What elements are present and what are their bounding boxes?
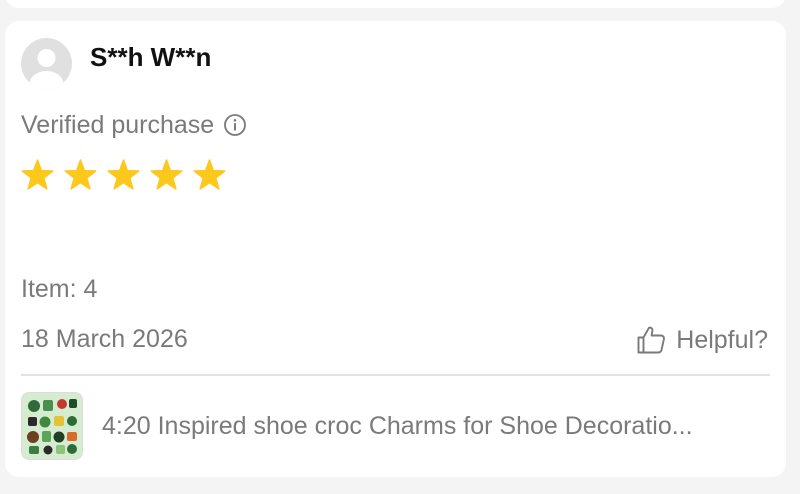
product-link[interactable]: 4:20 Inspired shoe croc Charms for Shoe … xyxy=(21,392,771,460)
helpful-label: Helpful? xyxy=(676,325,768,354)
reviewer-name: S**h W**n xyxy=(90,42,212,72)
star-icon xyxy=(21,159,54,190)
verified-purchase-label: Verified purchase xyxy=(21,110,215,139)
product-thumbnail xyxy=(21,392,83,460)
thumbs-up-icon xyxy=(635,324,667,356)
product-title: 4:20 Inspired shoe croc Charms for Shoe … xyxy=(102,411,693,440)
info-circle-icon[interactable] xyxy=(223,113,247,137)
person-silhouette-icon xyxy=(21,38,72,89)
star-icon xyxy=(64,159,97,190)
avatar xyxy=(21,38,72,89)
review-card: S**h W**n Verified purchase Item: 4 18 M… xyxy=(5,21,786,477)
star-icon xyxy=(150,159,183,190)
helpful-button[interactable]: Helpful? xyxy=(635,321,768,359)
review-date: 18 March 2026 xyxy=(21,325,188,353)
star-icon xyxy=(107,159,140,190)
previous-review-card-edge xyxy=(5,0,786,8)
star-rating xyxy=(21,159,226,192)
divider xyxy=(21,374,770,376)
item-quantity: Item: 4 xyxy=(21,275,98,303)
star-icon xyxy=(193,159,226,190)
verified-purchase: Verified purchase xyxy=(21,109,247,141)
